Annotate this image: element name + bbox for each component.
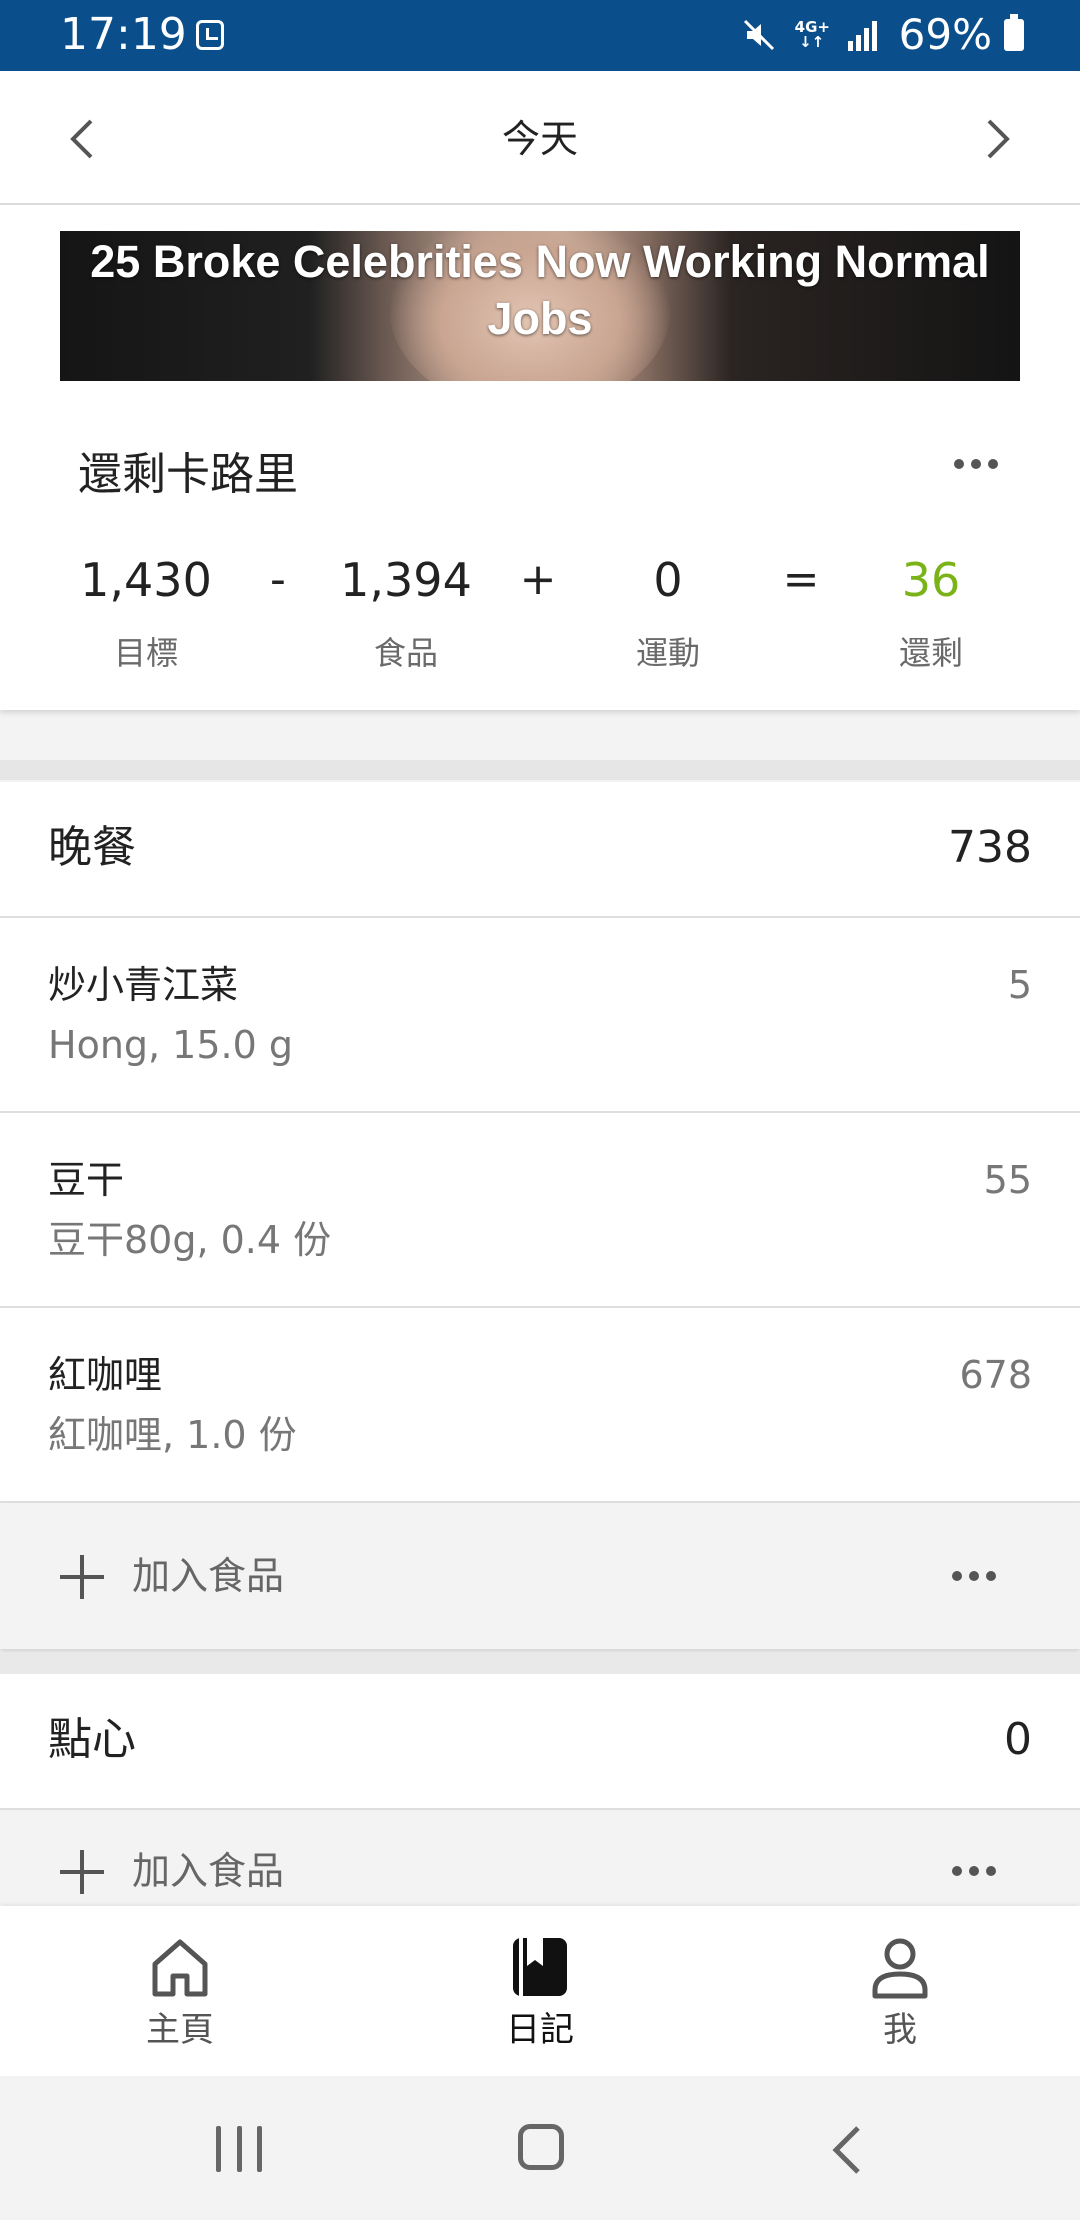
food-name: 豆干 <box>48 1158 125 1202</box>
exercise-label: 運動 <box>635 634 700 672</box>
nav-label: 我 <box>883 2010 917 2050</box>
home-icon <box>152 1939 208 1997</box>
status-bar: 17:19 4G+ ↓↑ 69% <box>0 0 1080 71</box>
food-row[interactable]: 炒小青江菜 Hong, 15.0 g 5 <box>0 918 1080 1113</box>
home-button-icon[interactable] <box>518 2124 564 2170</box>
battery-icon <box>1004 14 1024 51</box>
minus-operator: - <box>270 554 286 605</box>
status-time: 17:19 <box>60 9 187 60</box>
section-divider <box>0 760 1080 780</box>
meal-header[interactable]: 晚餐 738 <box>0 782 1080 918</box>
date-title[interactable]: 今天 <box>0 113 1080 165</box>
calories-summary-card: 25 Broke Celebrities Now Working Normal … <box>0 205 1080 710</box>
meal-name: 點心 <box>48 1714 136 1765</box>
nav-label: 主頁 <box>146 2010 214 2050</box>
food-calories: 55 <box>983 1158 1032 1202</box>
food-label: 食品 <box>373 634 438 672</box>
more-options-icon[interactable] <box>954 459 998 469</box>
back-icon[interactable] <box>822 2122 872 2178</box>
diary-book-icon <box>513 1938 567 1996</box>
battery-percent: 69% <box>898 10 992 59</box>
nav-home[interactable]: 主頁 <box>80 1934 280 2052</box>
plus-icon[interactable] <box>60 1555 104 1599</box>
goal-label: 目標 <box>113 634 178 672</box>
recent-apps-icon[interactable] <box>216 2126 262 2172</box>
remaining-column: 36 還剩 <box>831 545 1031 675</box>
signal-icon <box>847 19 881 51</box>
food-row[interactable]: 豆干 豆干80g, 0.4 份 55 <box>0 1113 1080 1308</box>
add-food-button[interactable]: 加入食品 <box>132 1549 284 1603</box>
goal-value: 1,430 <box>80 553 212 607</box>
meal-calories: 738 <box>948 822 1032 873</box>
meal-calories: 0 <box>1004 1714 1032 1765</box>
food-row[interactable]: 紅咖哩 紅咖哩, 1.0 份 678 <box>0 1308 1080 1503</box>
meal-name: 晚餐 <box>48 822 136 873</box>
add-food-button[interactable]: 加入食品 <box>132 1844 284 1898</box>
food-detail: Hong, 15.0 g <box>48 1023 293 1067</box>
chevron-right-icon[interactable] <box>968 109 1028 169</box>
remaining-value: 36 <box>901 553 961 607</box>
network-type-label: 4G+ <box>794 18 830 36</box>
section-divider <box>0 1652 1080 1674</box>
nav-label: 日記 <box>506 2010 574 2050</box>
add-food-row: 加入食品 <box>0 1810 1080 1906</box>
more-options-icon[interactable] <box>952 1866 996 1876</box>
exercise-column: 0 運動 <box>568 545 768 675</box>
nav-diary[interactable]: 日記 <box>440 1934 640 2052</box>
remaining-label: 還剩 <box>898 634 963 672</box>
food-calories: 678 <box>959 1353 1032 1397</box>
food-name: 炒小青江菜 <box>48 963 239 1007</box>
add-food-row: 加入食品 <box>0 1503 1080 1649</box>
nav-me[interactable]: 我 <box>800 1934 1000 2052</box>
food-name: 紅咖哩 <box>48 1353 163 1397</box>
food-value: 1,394 <box>340 553 472 607</box>
equals-operator: = <box>782 554 820 605</box>
date-navigation: 今天 <box>0 71 1080 205</box>
system-navigation-bar <box>0 2076 1080 2220</box>
calories-equation: 1,430 目標 - 1,394 食品 + 0 運動 = 36 還剩 <box>0 545 1080 685</box>
network-4g-icon: 4G+ ↓↑ <box>794 18 830 51</box>
goal-column: 1,430 目標 <box>46 545 246 675</box>
exercise-value: 0 <box>653 553 683 607</box>
ad-headline: 25 Broke Celebrities Now Working Normal … <box>90 236 990 344</box>
more-options-icon[interactable] <box>952 1571 996 1581</box>
food-detail: 豆干80g, 0.4 份 <box>48 1218 332 1262</box>
meal-card-dinner: 晚餐 738 炒小青江菜 Hong, 15.0 g 5 豆干 豆干80g, 0.… <box>0 782 1080 1649</box>
food-column: 1,394 食品 <box>306 545 506 675</box>
food-detail: 紅咖哩, 1.0 份 <box>48 1413 297 1457</box>
meal-header[interactable]: 點心 0 <box>0 1674 1080 1810</box>
bottom-navigation: 主頁 日記 我 <box>0 1906 1080 2076</box>
calories-remaining-title: 還剩卡路里 <box>78 449 298 500</box>
profile-icon <box>872 1938 928 1999</box>
plus-operator: + <box>519 554 557 605</box>
status-icons: 4G+ ↓↑ 69% <box>741 8 1024 62</box>
plus-icon[interactable] <box>60 1850 104 1894</box>
food-calories: 5 <box>1007 963 1032 1007</box>
alarm-icon <box>196 20 224 50</box>
meal-card-snack: 點心 0 加入食品 <box>0 1674 1080 1906</box>
ad-banner[interactable]: 25 Broke Celebrities Now Working Normal … <box>60 231 1020 381</box>
mute-icon <box>741 17 777 53</box>
